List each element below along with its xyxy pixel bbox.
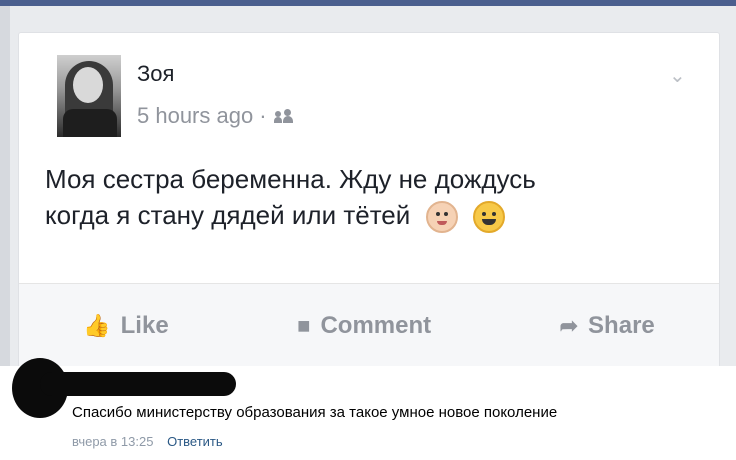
post-text-line-2: когда я стану дядей или тётей <box>45 197 685 234</box>
avatar-face <box>73 67 103 103</box>
like-button[interactable]: 👍 Like <box>83 312 168 340</box>
post-text-line-2-text: когда я стану дядей или тётей <box>45 200 411 230</box>
post-time[interactable]: 5 hours ago · <box>137 103 267 129</box>
post-card: Зоя 5 hours ago · ⌄ Моя сестра беременна… <box>18 32 720 368</box>
friends-icon[interactable] <box>273 109 293 123</box>
top-bar <box>0 0 736 6</box>
author-avatar[interactable] <box>57 55 121 137</box>
share-label: Share <box>588 312 655 339</box>
reply-link[interactable]: Ответить <box>167 434 223 449</box>
post-actions: 👍 Like ■ Comment ➦ Share <box>19 283 719 368</box>
grinning-sweat-emoji-icon <box>472 201 505 234</box>
share-arrow-icon: ➦ <box>559 313 579 338</box>
avatar-body <box>63 109 117 137</box>
author-name[interactable]: Зоя <box>137 61 174 87</box>
comment-text: Спасибо министерству образования за тако… <box>72 404 558 421</box>
comment-bubble-icon: ■ <box>297 313 311 338</box>
post-text: Моя сестра беременна. Жду не дождусь ког… <box>45 161 685 234</box>
comment-button[interactable]: ■ Comment <box>297 312 431 340</box>
chevron-down-icon[interactable]: ⌄ <box>669 66 691 86</box>
left-strip <box>0 6 10 366</box>
thumbs-up-icon: 👍 <box>83 313 111 338</box>
comment-panel: Спасибо министерству образования за тако… <box>0 358 736 460</box>
redacted-name <box>40 372 236 396</box>
comment-label: Comment <box>320 312 432 339</box>
like-label: Like <box>120 312 169 339</box>
comment-time: вчера в 13:25 <box>72 434 154 449</box>
post-meta: 5 hours ago · <box>137 103 293 129</box>
post-text-line-1: Моя сестра беременна. Жду не дождусь <box>45 164 536 194</box>
baby-emoji-icon <box>425 201 458 234</box>
comment-meta: вчера в 13:25 Ответить <box>72 434 223 449</box>
share-button[interactable]: ➦ Share <box>560 312 655 340</box>
